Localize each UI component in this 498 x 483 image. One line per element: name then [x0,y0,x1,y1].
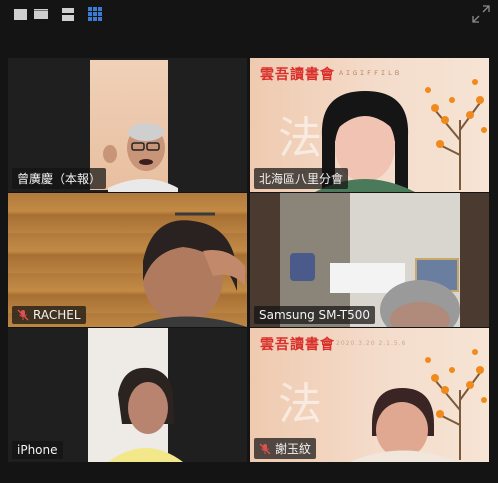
banner-title: 雲吾讀書會 [260,337,335,353]
participant-name-tag: 北海區八里分會 [254,168,349,189]
participant-name-tag: 謝玉紋 [254,438,317,459]
microphone-muted-icon [259,443,271,454]
participant-name-tag: RACHEL [12,306,86,324]
video-tile-4[interactable]: Samsung SM-T500 [250,193,489,327]
participant-name: 謝玉紋 [275,442,312,456]
fullscreen-exit-button[interactable] [472,5,490,23]
video-tile-5[interactable]: iPhone [8,328,247,462]
participant-name: 曾廣慶（本報） [17,172,102,186]
participant-video [350,388,460,462]
fullscreen-exit-icon [472,5,490,23]
banner-title: 雲吾讀書會 [260,67,335,83]
thumbnail-view-button[interactable] [33,6,49,22]
participant-name: Samsung SM-T500 [259,308,370,322]
gallery-view-button[interactable] [87,6,103,22]
thumbnail-view-icon [34,9,48,19]
video-tile-3[interactable]: RACHEL [8,193,247,327]
stacked-view-button[interactable] [60,6,76,22]
video-tile-6[interactable]: 雲吾讀書會 2020.3.20 2.1.5.6 法 謝玉紋 [250,328,489,462]
gallery-view-icon [88,7,102,21]
persimmon-tree-illustration [425,79,487,190]
banner-subtitle: ＡＩＧＩＦＦＩＬＢ [338,70,402,77]
speaker-view-button[interactable] [12,6,28,22]
participant-name: iPhone [17,443,58,457]
participant-video [133,212,247,327]
participant-name-tag: Samsung SM-T500 [254,306,375,324]
participant-name: 北海區八里分會 [259,172,344,186]
banner-glyph: 法 [278,379,322,430]
gallery-grid: 曾廣慶（本報） 雲吾讀書會 ＡＩＧＩＦＦＩＬＢ 法 北海區八里分會 RACHEL… [8,58,489,462]
video-tile-1[interactable]: 曾廣慶（本報） [8,58,247,192]
banner-subtitle: 2020.3.20 2.1.5.6 [336,340,407,347]
participant-video [108,367,183,462]
participant-name: RACHEL [33,308,81,322]
video-tile-2[interactable]: 雲吾讀書會 ＡＩＧＩＦＦＩＬＢ 法 北海區八里分會 [250,58,489,192]
microphone-muted-icon [17,309,29,321]
grapes-decoration [290,253,315,281]
view-toolbar [0,0,498,30]
participant-video [380,280,460,327]
stacked-view-icon [62,7,74,21]
participant-name-tag: 曾廣慶（本報） [12,168,107,189]
speaker-view-icon [13,8,27,20]
participant-name-tag: iPhone [12,441,63,459]
